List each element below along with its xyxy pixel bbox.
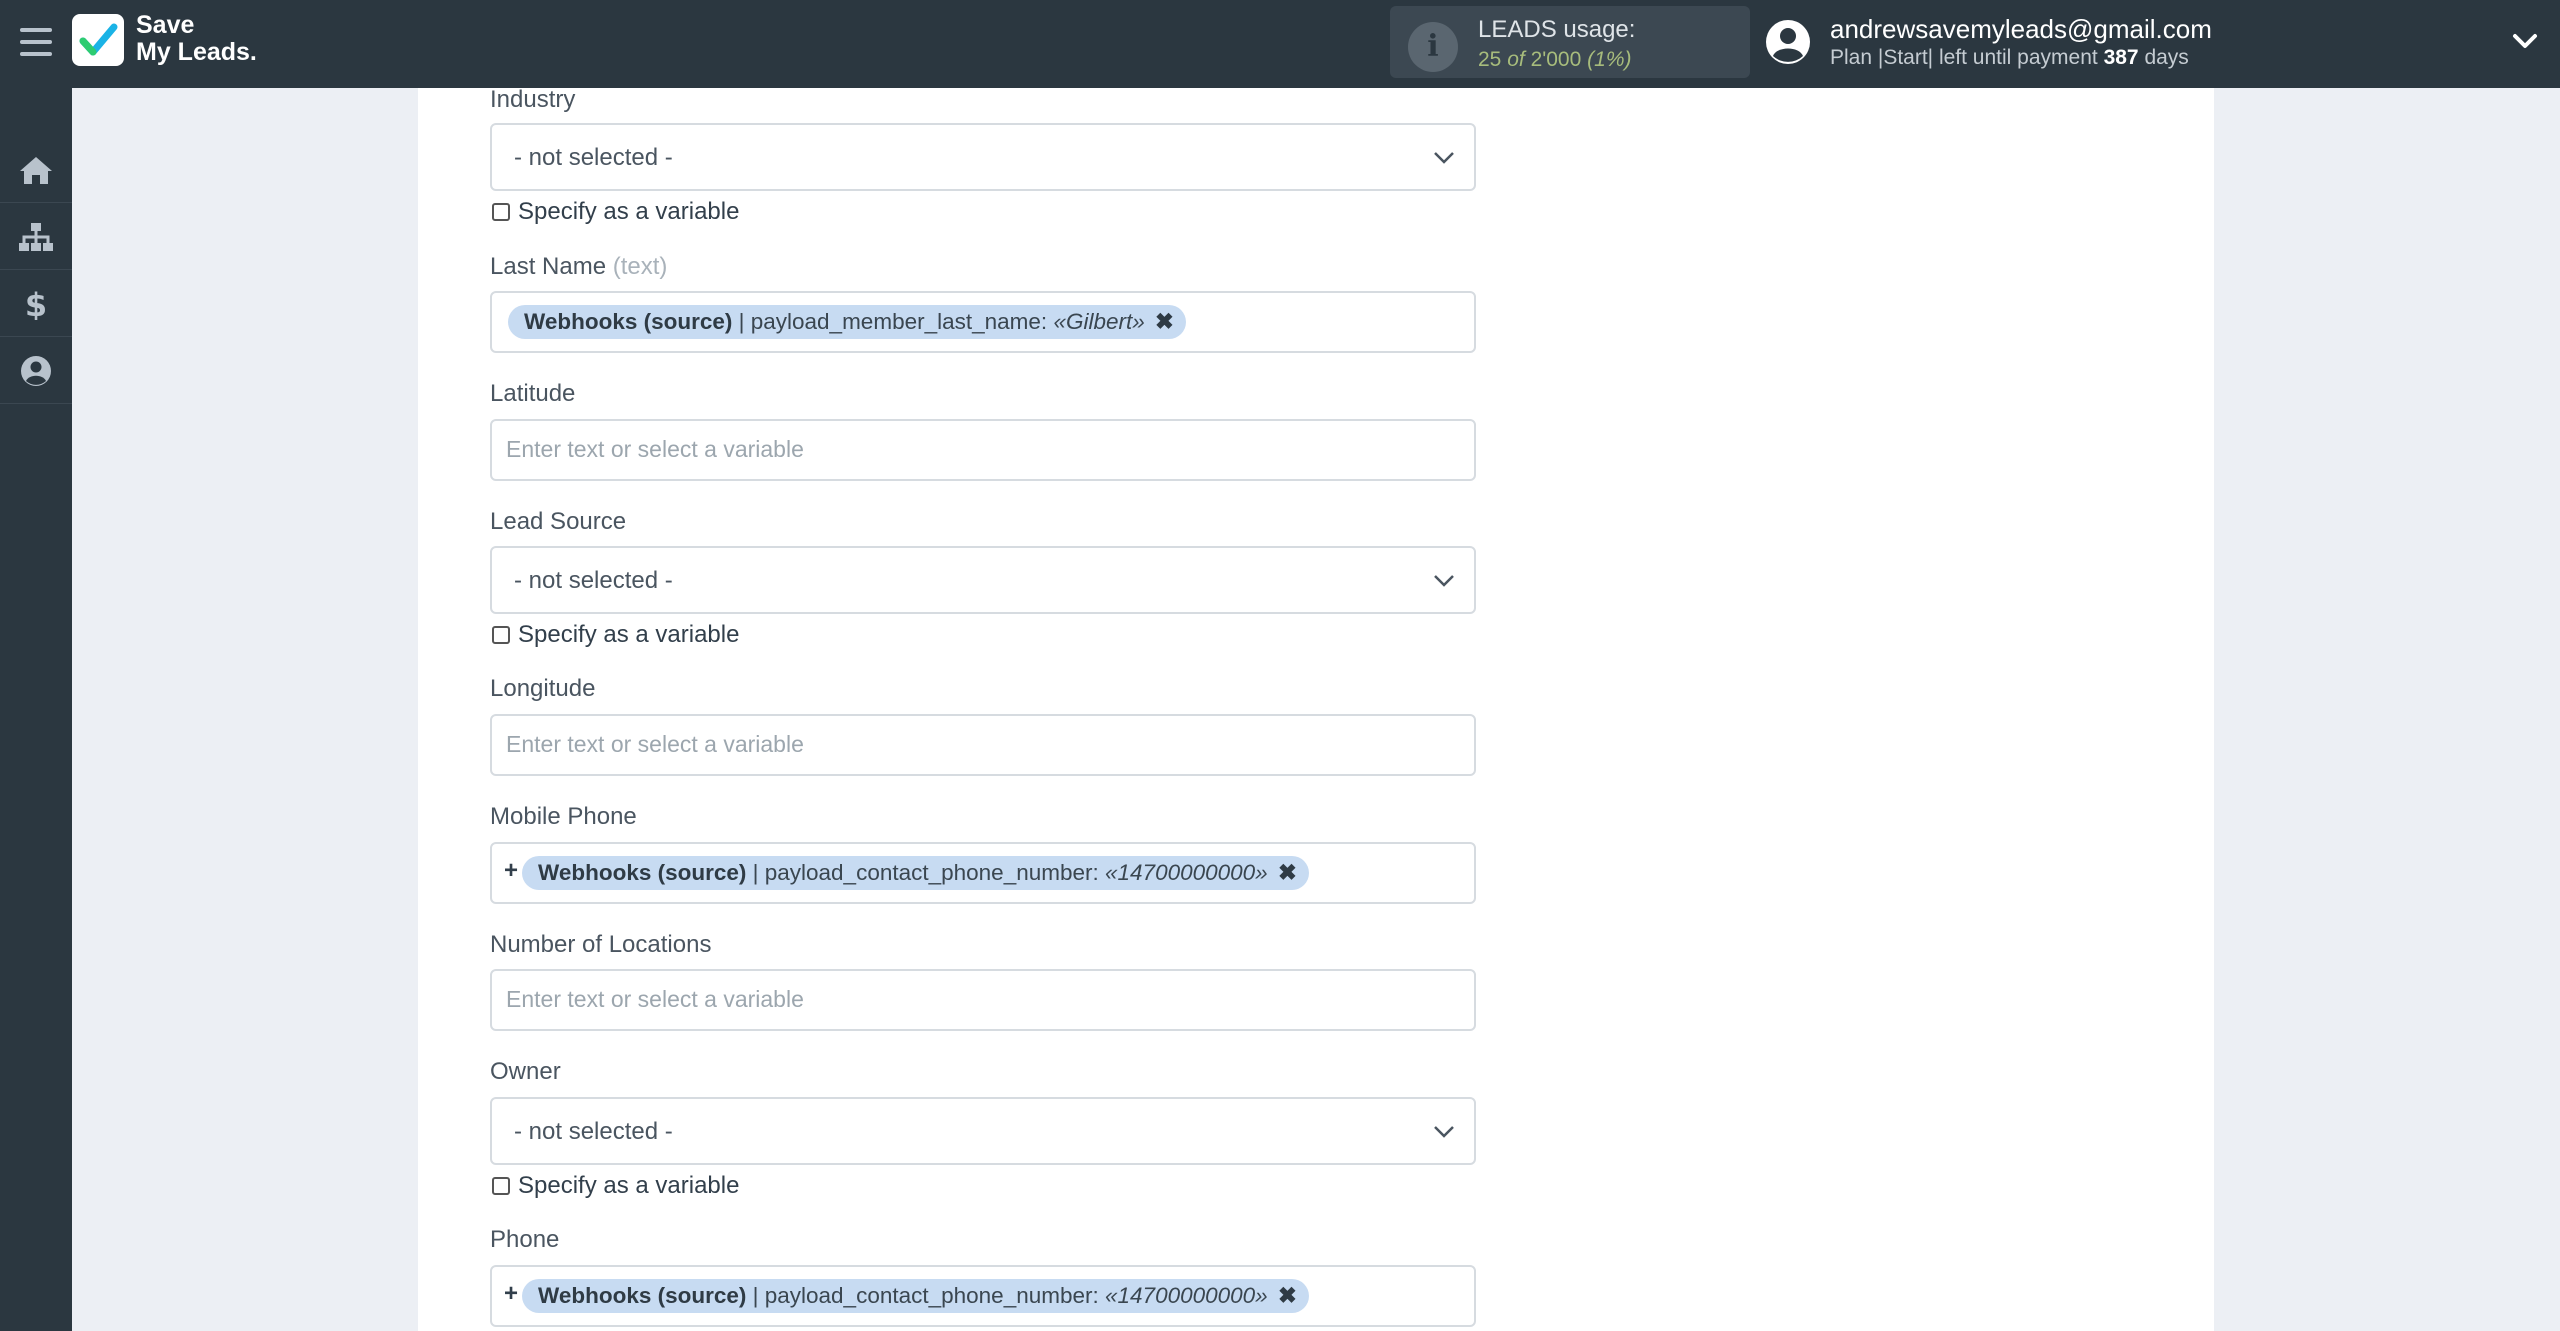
leads-used: 25 [1478, 48, 1502, 71]
plan-text: Plan |Start| left until payment [1830, 46, 2098, 69]
chevron-down-icon [1434, 575, 1454, 587]
phone-field[interactable]: + Webhooks (source) | payload_contact_ph… [490, 1265, 1476, 1327]
phone-label: Phone [490, 1226, 560, 1253]
sidebar: $ [0, 88, 72, 1331]
dollar-icon: $ [25, 288, 47, 320]
chevron-down-icon [1434, 1126, 1454, 1138]
sidebar-item-connections[interactable] [0, 203, 72, 270]
tag-value: «14700000000» [1105, 860, 1268, 885]
sitemap-icon [19, 223, 53, 251]
brand-line-1: Save [136, 11, 195, 39]
industry-value: - not selected - [514, 144, 673, 171]
chevron-down-icon [1434, 152, 1454, 164]
lead-source-variable-checkbox[interactable]: Specify as a variable [492, 621, 739, 649]
logo-icon[interactable] [72, 14, 124, 66]
days-suffix: days [2144, 46, 2189, 69]
owner-value: - not selected - [514, 1118, 673, 1145]
industry-select[interactable]: - not selected - [490, 123, 1476, 191]
industry-variable-checkbox[interactable]: Specify as a variable [492, 198, 739, 226]
last-name-label-text: Last Name [490, 253, 607, 280]
tag-field: | payload_member_last_name: [738, 309, 1048, 334]
lead-source-select[interactable]: - not selected - [490, 546, 1476, 614]
svg-text:$: $ [25, 288, 47, 320]
remove-tag-icon[interactable]: ✖ [1278, 1283, 1297, 1308]
number-of-locations-placeholder: Enter text or select a variable [506, 986, 804, 1012]
tag-field: | payload_contact_phone_number: [752, 860, 1099, 885]
tag-source: Webhooks (source) [538, 860, 747, 885]
industry-label: Industry [490, 86, 576, 113]
owner-select[interactable]: - not selected - [490, 1097, 1476, 1165]
home-icon [20, 157, 52, 184]
leads-limit: 2'000 [1530, 48, 1582, 71]
top-bar: Save My Leads. i LEADS usage: 25 of 2'00… [0, 0, 2560, 88]
tag-source: Webhooks (source) [524, 309, 733, 334]
user-avatar-icon[interactable] [1764, 18, 1812, 66]
tag-value: «14700000000» [1105, 1283, 1268, 1308]
variable-tag[interactable]: Webhooks (source) | payload_member_last_… [508, 305, 1186, 339]
last-name-field[interactable]: Webhooks (source) | payload_member_last_… [490, 291, 1476, 353]
number-of-locations-label: Number of Locations [490, 931, 712, 958]
longitude-input[interactable]: Enter text or select a variable [490, 714, 1476, 776]
leads-percent: (1%) [1587, 48, 1632, 71]
menu-icon[interactable] [20, 28, 52, 56]
longitude-label: Longitude [490, 675, 596, 702]
sidebar-item-home[interactable] [0, 136, 72, 203]
latitude-placeholder: Enter text or select a variable [506, 436, 804, 462]
owner-variable-checkbox[interactable]: Specify as a variable [492, 1172, 739, 1200]
variable-tag[interactable]: Webhooks (source) | payload_contact_phon… [522, 856, 1309, 890]
user-email[interactable]: andrewsavemyleads@gmail.com [1830, 14, 2212, 45]
plus-prefix: + [504, 1280, 519, 1307]
latitude-label: Latitude [490, 380, 576, 407]
plus-prefix: + [504, 857, 519, 884]
brand-name[interactable]: Save My Leads. [136, 12, 257, 66]
last-name-label: Last Name (text) [490, 253, 667, 281]
mobile-phone-field[interactable]: + Webhooks (source) | payload_contact_ph… [490, 842, 1476, 904]
leads-usage-value: 25 of 2'000 (1%) [1478, 48, 1631, 72]
tag-value: «Gilbert» [1053, 309, 1145, 334]
checkbox-label: Specify as a variable [518, 621, 740, 648]
user-circle-icon [21, 356, 51, 386]
remove-tag-icon[interactable]: ✖ [1155, 309, 1174, 334]
user-plan: Plan |Start| left until payment 387 days [1830, 46, 2189, 70]
tag-source: Webhooks (source) [538, 1283, 747, 1308]
leads-usage-title: LEADS usage: [1478, 16, 1636, 43]
variable-tag[interactable]: Webhooks (source) | payload_contact_phon… [522, 1279, 1309, 1313]
latitude-input[interactable]: Enter text or select a variable [490, 419, 1476, 481]
lead-source-label: Lead Source [490, 508, 627, 535]
checkbox-label: Specify as a variable [518, 1172, 740, 1199]
last-name-hint: (text) [612, 253, 668, 280]
brand-line-2: My Leads. [136, 38, 257, 66]
owner-label: Owner [490, 1058, 561, 1085]
sidebar-item-account[interactable] [0, 337, 72, 404]
checkbox-label: Specify as a variable [518, 198, 740, 225]
mobile-phone-label: Mobile Phone [490, 803, 637, 830]
checkbox[interactable] [492, 203, 510, 221]
number-of-locations-input[interactable]: Enter text or select a variable [490, 969, 1476, 1031]
checkbox[interactable] [492, 1177, 510, 1195]
longitude-placeholder: Enter text or select a variable [506, 731, 804, 757]
lead-source-value: - not selected - [514, 567, 673, 594]
info-icon: i [1408, 22, 1458, 72]
remove-tag-icon[interactable]: ✖ [1278, 860, 1297, 885]
leads-of: of [1507, 48, 1525, 71]
sidebar-item-billing[interactable]: $ [0, 270, 72, 337]
leads-usage-box: i LEADS usage: 25 of 2'000 (1%) [1390, 6, 1750, 78]
tag-field: | payload_contact_phone_number: [752, 1283, 1099, 1308]
checkbox[interactable] [492, 626, 510, 644]
chevron-down-icon[interactable] [2512, 30, 2538, 52]
days-left: 387 [2103, 46, 2139, 69]
